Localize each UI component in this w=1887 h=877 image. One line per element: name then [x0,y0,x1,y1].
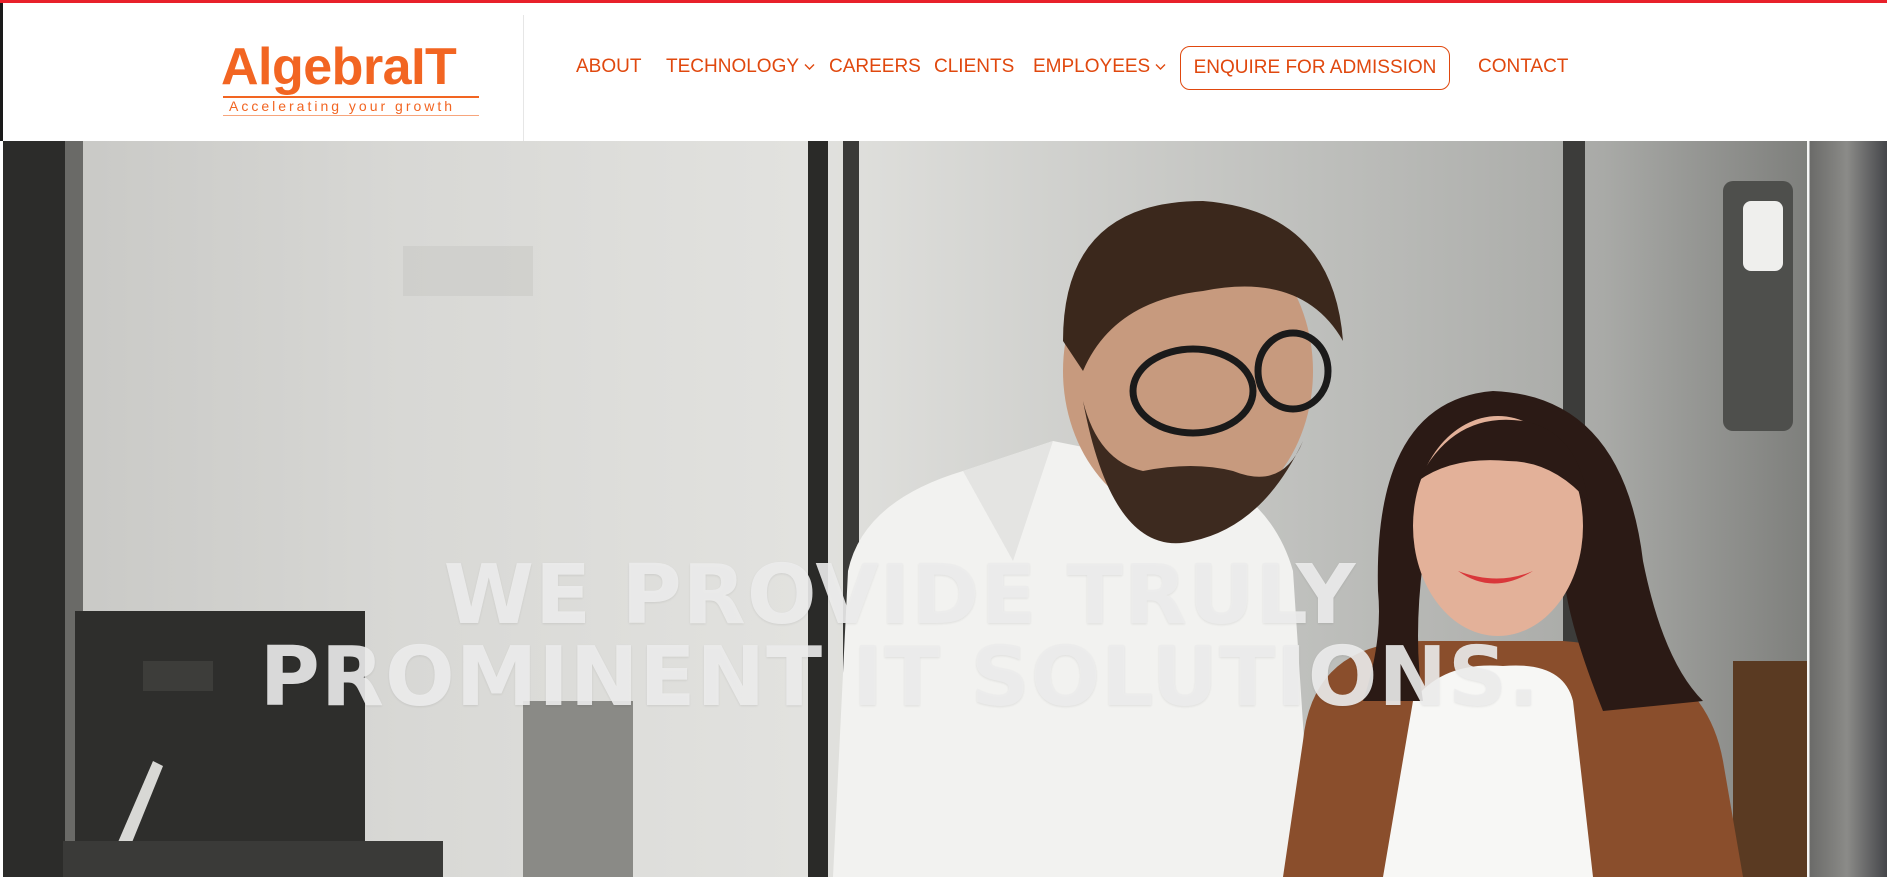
nav-item-label: CAREERS [829,56,921,77]
hero-heading: WE PROVIDE TRULY PROMINENT IT SOLUTIONS. [0,555,1800,719]
nav-item-technology[interactable]: TECHNOLOGY [666,56,815,78]
hero-right-edge [1807,141,1887,877]
nav-item-label: EMPLOYEES [1033,56,1151,77]
enquire-button-label: ENQUIRE FOR ADMISSION [1193,57,1437,78]
nav-item-careers[interactable]: CAREERS [829,56,921,78]
nav-item-contact[interactable]: CONTACT [1478,56,1568,78]
nav-item-label: ABOUT [576,56,642,77]
nav-item-clients[interactable]: CLIENTS [934,56,1014,78]
chevron-down-icon [1155,63,1166,70]
hero-heading-line1: WE PROVIDE TRULY [443,548,1357,643]
nav-item-employees[interactable]: EMPLOYEES [1033,56,1166,78]
nav-item-label: CLIENTS [934,56,1015,77]
enquire-for-admission-button[interactable]: ENQUIRE FOR ADMISSION [1180,46,1450,90]
main-navigation: ABOUT TECHNOLOGY CAREERS CLIENTS EMPLOYE… [3,3,1887,141]
site-header: AlgebraIT Accelerating your growth ABOUT… [3,3,1887,141]
nav-item-about[interactable]: ABOUT [576,56,641,78]
hero-photo [3,141,1807,877]
hero-heading-line2: PROMINENT IT SOLUTIONS. [259,630,1541,725]
nav-item-label: TECHNOLOGY [666,56,800,77]
hero-banner [3,141,1887,877]
chevron-down-icon [804,63,815,70]
nav-item-label: CONTACT [1478,56,1569,77]
